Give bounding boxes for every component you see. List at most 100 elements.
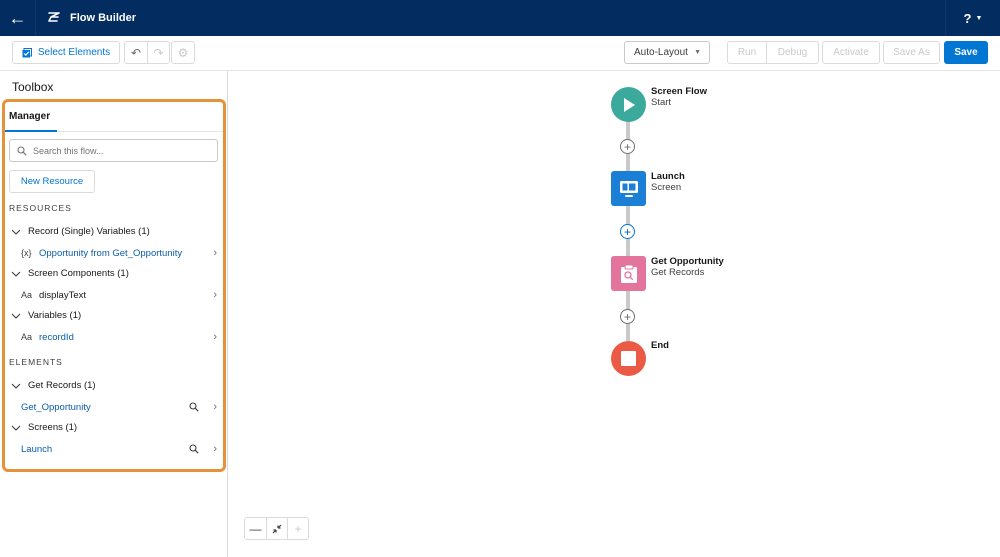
chevron-right-icon[interactable]: › [213, 401, 217, 413]
activate-button[interactable]: Activate [822, 41, 880, 64]
new-resource-button[interactable]: New Resource [9, 170, 95, 193]
node-title: Screen Flow [651, 86, 707, 97]
stop-icon [621, 351, 636, 366]
back-button[interactable]: ← [0, 0, 36, 36]
settings-group: ⚙ [171, 41, 195, 64]
get-records-icon [620, 264, 637, 283]
app-title: Flow Builder [70, 12, 136, 24]
start-node[interactable] [611, 87, 646, 122]
search-icon[interactable] [189, 444, 199, 454]
help-menu-button[interactable]: ? ▼ [945, 0, 1000, 36]
chevron-right-icon[interactable]: › [213, 289, 217, 301]
group-label: Record (Single) Variables (1) [28, 226, 150, 237]
undo-redo-group: ↶ ↷ [124, 41, 170, 64]
debug-button[interactable]: Debug [766, 42, 818, 63]
resource-item[interactable]: Aa displayText › [5, 287, 223, 303]
add-element-button[interactable]: + [620, 139, 635, 154]
element-item[interactable]: Get_Opportunity › [5, 399, 223, 415]
undo-button[interactable]: ↶ [125, 42, 147, 63]
select-elements-button[interactable]: Select Elements [12, 41, 120, 64]
node-subtitle: Start [651, 97, 672, 108]
chevron-down-icon: ▼ [694, 49, 701, 56]
layout-select-value: Auto-Layout [634, 47, 688, 58]
chevron-right-icon[interactable]: › [213, 331, 217, 343]
zoom-out-button[interactable]: — [245, 518, 266, 539]
resources-heading: RESOURCES [9, 203, 72, 213]
screen-node[interactable] [611, 171, 646, 206]
arrow-left-icon: ← [8, 7, 27, 28]
end-node-label: End [651, 340, 669, 351]
fit-to-view-button[interactable] [266, 518, 287, 539]
group-label: Variables (1) [28, 310, 82, 321]
elements-heading: ELEMENTS [9, 357, 63, 367]
flow-icon [48, 12, 60, 22]
fit-view-icon [272, 524, 282, 533]
add-element-button[interactable]: + [620, 309, 635, 324]
tab-manager[interactable]: Manager [5, 102, 57, 132]
settings-button[interactable]: ⚙ [172, 42, 194, 63]
node-subtitle: Screen [651, 182, 682, 193]
select-elements-label: Select Elements [37, 47, 111, 58]
get-records-node[interactable] [611, 256, 646, 291]
builder-toolbar: Select Elements ↶ ↷ ⚙ Auto-Layout ▼ Run … [0, 36, 1000, 71]
record-variable-icon: {x} [21, 248, 32, 258]
run-button[interactable]: Run [728, 42, 766, 63]
add-element-button[interactable]: + [620, 224, 635, 239]
chevron-down-icon [11, 271, 21, 277]
end-node[interactable] [611, 341, 646, 376]
search-icon [17, 145, 27, 156]
get-records-node-label: Get Opportunity Get Records [651, 256, 724, 278]
screen-icon [619, 180, 638, 197]
search-icon[interactable] [189, 402, 199, 412]
resource-item-label: displayText [39, 289, 86, 301]
redo-button[interactable]: ↷ [147, 42, 169, 63]
element-group-get-records[interactable]: Get Records (1) [11, 380, 96, 391]
group-label: Get Records (1) [28, 380, 96, 391]
text-type-icon: Aa [21, 332, 33, 342]
zoom-in-button[interactable]: + [287, 518, 308, 539]
save-button[interactable]: Save [944, 41, 988, 64]
chevron-down-icon [11, 313, 21, 319]
undo-icon: ↶ [130, 45, 142, 60]
question-icon: ? [963, 10, 972, 26]
redo-icon: ↷ [153, 45, 164, 60]
select-checkbox-icon [22, 47, 32, 57]
resource-item-label: recordId [39, 331, 74, 343]
app-brand: Flow Builder [46, 10, 136, 26]
play-icon [623, 97, 635, 112]
screen-node-label: Launch Screen [651, 171, 685, 193]
manager-panel: Manager Search this flow... New Resource… [2, 99, 226, 472]
search-placeholder: Search this flow... [33, 145, 104, 156]
node-subtitle: Get Records [651, 267, 705, 278]
flow-canvas[interactable]: + + + Screen Flow Start Launch Screen Ge… [229, 71, 1000, 557]
save-as-button[interactable]: Save As [883, 41, 940, 64]
toolbox-title: Toolbox [12, 80, 54, 94]
resource-item[interactable]: {x} Opportunity from Get_Opportunity › [5, 245, 223, 261]
toolbox-panel: Toolbox Manager Search this flow... New … [0, 71, 228, 557]
gear-icon: ⚙ [177, 45, 189, 60]
manager-tabs: Manager [5, 102, 223, 132]
group-label: Screen Components (1) [28, 268, 129, 279]
resource-group-variables[interactable]: Variables (1) [11, 310, 81, 321]
chevron-down-icon [11, 229, 21, 235]
chevron-down-icon [11, 425, 21, 431]
node-title: Get Opportunity [651, 256, 724, 267]
element-item-label: Get_Opportunity [21, 401, 91, 413]
element-item[interactable]: Launch › [5, 441, 223, 457]
chevron-right-icon[interactable]: › [213, 247, 217, 259]
resource-group-screen-components[interactable]: Screen Components (1) [11, 268, 129, 279]
group-label: Screens (1) [28, 422, 78, 433]
resource-group-record-variables[interactable]: Record (Single) Variables (1) [11, 226, 150, 237]
resource-item[interactable]: Aa recordId › [5, 329, 223, 345]
node-title: Launch [651, 171, 685, 182]
chevron-down-icon: ▼ [975, 14, 983, 22]
element-group-screens[interactable]: Screens (1) [11, 422, 77, 433]
app-header: ← Flow Builder ? ▼ [0, 0, 1000, 36]
zoom-controls: — + [244, 517, 309, 540]
element-item-label: Launch [21, 443, 53, 455]
search-input[interactable]: Search this flow... [9, 139, 218, 162]
chevron-right-icon[interactable]: › [213, 443, 217, 455]
layout-select[interactable]: Auto-Layout ▼ [624, 41, 710, 64]
run-debug-group: Run Debug [727, 41, 819, 64]
node-title: End [651, 340, 669, 351]
